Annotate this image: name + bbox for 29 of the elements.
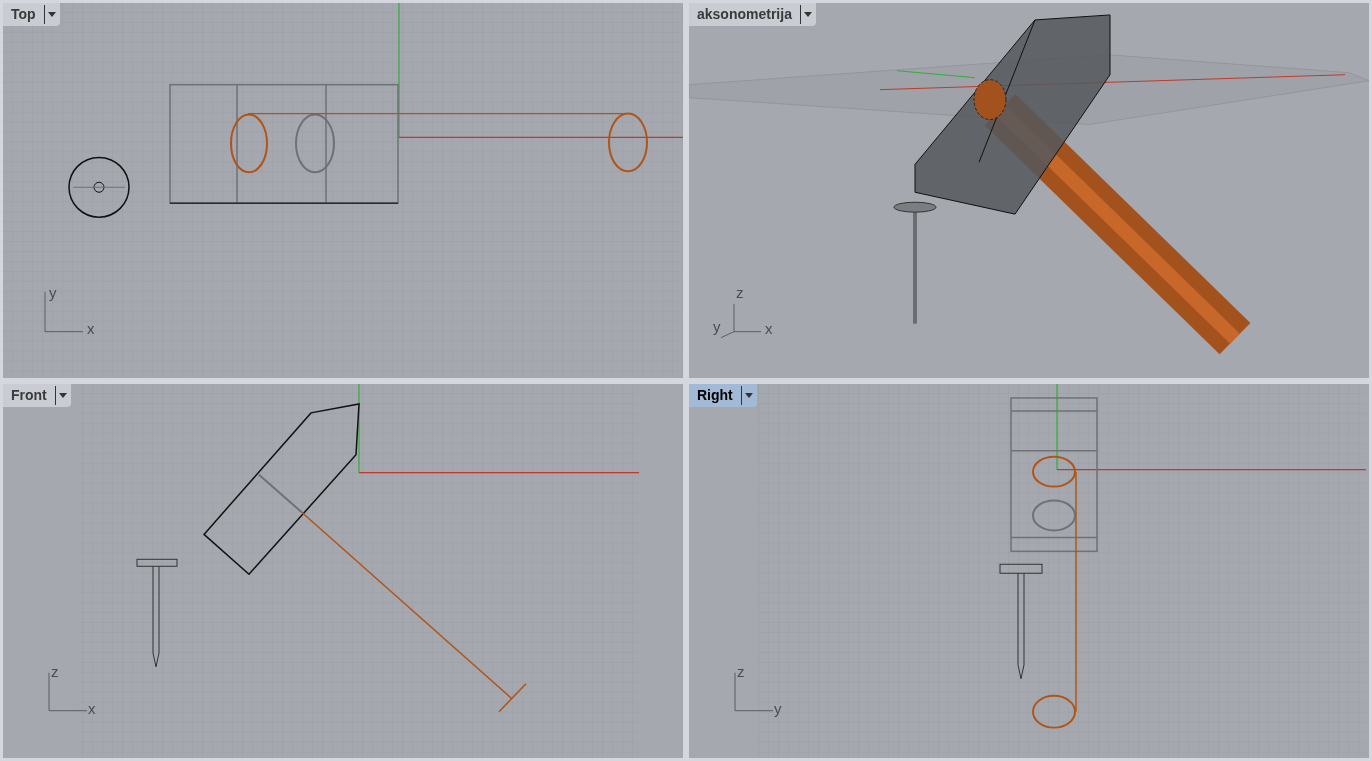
caret-icon bbox=[48, 12, 57, 17]
viewport-title: Front bbox=[11, 385, 48, 405]
axis-icon bbox=[44, 291, 84, 333]
viewport-title: Top bbox=[11, 5, 37, 24]
viewport[interactable]: Front z x bbox=[3, 383, 683, 758]
viewport-tab[interactable]: Right bbox=[689, 383, 757, 407]
nail-drawing bbox=[68, 156, 130, 218]
viewport-title: Right bbox=[697, 385, 734, 405]
axis-label: y bbox=[713, 317, 721, 335]
axis-icon bbox=[48, 671, 88, 711]
viewport-tab[interactable]: Top bbox=[3, 3, 60, 26]
caret-icon bbox=[745, 392, 754, 398]
axis-icon bbox=[734, 671, 774, 711]
viewport[interactable]: aksonometrija z y x bbox=[689, 3, 1369, 378]
axis-label: z bbox=[51, 662, 59, 680]
axis-label: z bbox=[736, 283, 744, 301]
axis-label: x bbox=[88, 699, 96, 717]
axis-icon bbox=[720, 303, 762, 339]
axis-label: y bbox=[49, 283, 57, 301]
caret-icon bbox=[59, 392, 68, 398]
axis-label: x bbox=[765, 319, 773, 337]
viewport-title: aksonometrija bbox=[697, 5, 793, 24]
viewport-tab[interactable]: Front bbox=[3, 383, 71, 407]
caret-icon bbox=[804, 12, 813, 17]
viewport-tab[interactable]: aksonometrija bbox=[689, 3, 816, 26]
axis-label: y bbox=[774, 699, 782, 717]
axis-label: z bbox=[737, 662, 745, 680]
viewport[interactable]: Right z y bbox=[689, 383, 1369, 758]
axis-label: x bbox=[87, 319, 95, 337]
